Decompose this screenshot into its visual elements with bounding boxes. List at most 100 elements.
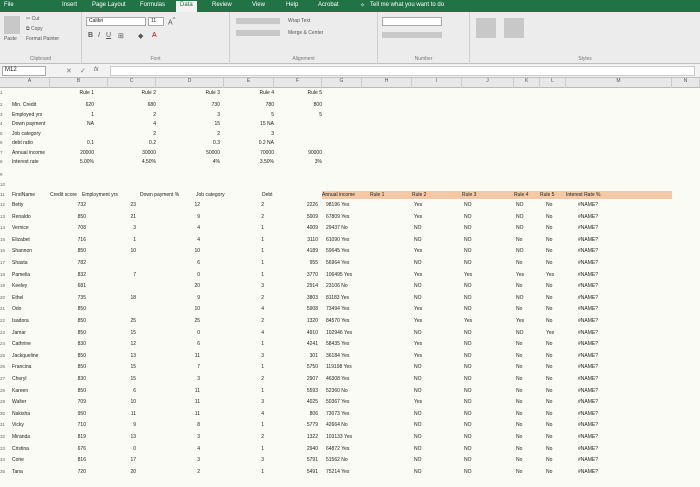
- data-cell[interactable]: 5791: [288, 457, 318, 463]
- data-cell[interactable]: 681: [56, 283, 86, 289]
- data-cell[interactable]: Yes: [464, 318, 504, 324]
- data-cell[interactable]: 23: [100, 202, 136, 208]
- data-cell[interactable]: NO: [516, 225, 540, 231]
- row-header[interactable]: 7: [0, 150, 10, 155]
- fill-color-icon[interactable]: ◆: [138, 32, 143, 40]
- data-cell[interactable]: NO: [414, 364, 454, 370]
- data-cell[interactable]: 5779: [288, 422, 318, 428]
- data-cell[interactable]: 850: [56, 330, 86, 336]
- row-header[interactable]: 15: [0, 237, 10, 242]
- data-header[interactable]: Annual income: [322, 192, 368, 198]
- row-header[interactable]: 21: [0, 306, 10, 311]
- rule-header[interactable]: Rule 1: [50, 90, 94, 96]
- data-cell[interactable]: No: [546, 202, 570, 208]
- data-cell[interactable]: 2: [220, 202, 264, 208]
- data-cell[interactable]: 2: [220, 318, 264, 324]
- data-cell[interactable]: Pamelia: [12, 272, 52, 278]
- data-cell[interactable]: NO: [464, 457, 504, 463]
- data-cell[interactable]: Cheryl: [12, 376, 52, 382]
- data-cell[interactable]: Keeley: [12, 283, 52, 289]
- data-cell[interactable]: 13: [100, 353, 136, 359]
- data-cell[interactable]: No: [546, 248, 570, 254]
- data-cell[interactable]: 716: [56, 237, 86, 243]
- data-cell[interactable]: NO: [414, 295, 454, 301]
- data-cell[interactable]: 52360 No: [326, 388, 406, 394]
- data-cell[interactable]: NO: [464, 399, 504, 405]
- data-cell[interactable]: 84570 Yes: [326, 318, 406, 324]
- data-cell[interactable]: 850: [56, 388, 86, 394]
- data-cell[interactable]: No: [516, 353, 540, 359]
- data-cell[interactable]: #NAME?: [578, 457, 658, 463]
- data-cell[interactable]: 73073 Yes: [326, 411, 406, 417]
- data-cell[interactable]: 64872 Yes: [326, 446, 406, 452]
- row-header[interactable]: 33: [0, 446, 10, 451]
- data-cell[interactable]: No: [546, 295, 570, 301]
- data-cell[interactable]: 850: [56, 214, 86, 220]
- data-cell[interactable]: 5491: [288, 469, 318, 475]
- col-header-c[interactable]: C: [108, 78, 156, 88]
- data-cell[interactable]: NO: [414, 388, 454, 394]
- formula-input[interactable]: [110, 66, 695, 76]
- name-box[interactable]: M12: [2, 66, 46, 76]
- data-cell[interactable]: #NAME?: [578, 283, 658, 289]
- italic-button[interactable]: I: [98, 32, 100, 39]
- tab-file[interactable]: File: [4, 2, 14, 8]
- data-cell[interactable]: Odo: [12, 306, 52, 312]
- data-cell[interactable]: 10: [100, 399, 136, 405]
- fx-label[interactable]: fx: [94, 67, 99, 73]
- data-cell[interactable]: 830: [56, 341, 86, 347]
- rule-value[interactable]: NA: [50, 121, 94, 127]
- data-cell[interactable]: #NAME?: [578, 237, 658, 243]
- data-cell[interactable]: 23106 No: [326, 283, 406, 289]
- data-cell[interactable]: 0: [150, 272, 200, 278]
- data-cell[interactable]: No: [516, 469, 540, 475]
- data-cell[interactable]: 4: [150, 446, 200, 452]
- data-cell[interactable]: 17: [100, 457, 136, 463]
- data-cell[interactable]: 4189: [288, 248, 318, 254]
- data-cell[interactable]: 732: [56, 202, 86, 208]
- data-cell[interactable]: No: [516, 457, 540, 463]
- data-cell[interactable]: NO: [516, 202, 540, 208]
- data-cell[interactable]: No: [546, 341, 570, 347]
- data-cell[interactable]: 3: [220, 353, 264, 359]
- data-cell[interactable]: Walter: [12, 399, 52, 405]
- row-header[interactable]: 27: [0, 376, 10, 381]
- data-cell[interactable]: 708: [56, 225, 86, 231]
- data-cell[interactable]: #NAME?: [578, 376, 658, 382]
- data-cell[interactable]: 8: [150, 422, 200, 428]
- data-cell[interactable]: 676: [56, 446, 86, 452]
- data-cell[interactable]: Yes: [546, 330, 570, 336]
- row-header[interactable]: 34: [0, 457, 10, 462]
- data-cell[interactable]: 3: [150, 457, 200, 463]
- row-header[interactable]: 35: [0, 469, 10, 474]
- data-cell[interactable]: Renaldo: [12, 214, 52, 220]
- data-cell[interactable]: No: [546, 260, 570, 266]
- data-cell[interactable]: NO: [464, 237, 504, 243]
- data-cell[interactable]: NO: [414, 457, 454, 463]
- data-cell[interactable]: 301: [288, 353, 318, 359]
- conditional-formatting-icon[interactable]: [476, 18, 496, 38]
- data-cell[interactable]: 51562 No: [326, 457, 406, 463]
- data-cell[interactable]: 1: [220, 388, 264, 394]
- data-cell[interactable]: #NAME?: [578, 399, 658, 405]
- copy-button[interactable]: ⧉ Copy: [26, 26, 43, 32]
- data-cell[interactable]: 15: [100, 364, 136, 370]
- row-header[interactable]: 2: [0, 102, 10, 107]
- data-cell[interactable]: 102946 Yes: [326, 330, 406, 336]
- rule-value[interactable]: 5.00%: [50, 159, 94, 165]
- data-cell[interactable]: NO: [464, 469, 504, 475]
- tab-help[interactable]: Help: [286, 2, 298, 8]
- tab-insert[interactable]: Insert: [62, 2, 77, 8]
- data-cell[interactable]: 1: [220, 422, 264, 428]
- data-cell[interactable]: 3: [220, 399, 264, 405]
- data-cell[interactable]: 3: [220, 283, 264, 289]
- data-cell[interactable]: 67809 Yes: [326, 214, 406, 220]
- data-cell[interactable]: Miranda: [12, 434, 52, 440]
- data-cell[interactable]: 12: [100, 341, 136, 347]
- rule-value[interactable]: 70000: [224, 150, 274, 156]
- data-cell[interactable]: NO: [464, 202, 504, 208]
- data-cell[interactable]: 81183 Yes: [326, 295, 406, 301]
- data-cell[interactable]: No: [546, 422, 570, 428]
- data-cell[interactable]: 3110: [288, 237, 318, 243]
- row-header[interactable]: 20: [0, 295, 10, 300]
